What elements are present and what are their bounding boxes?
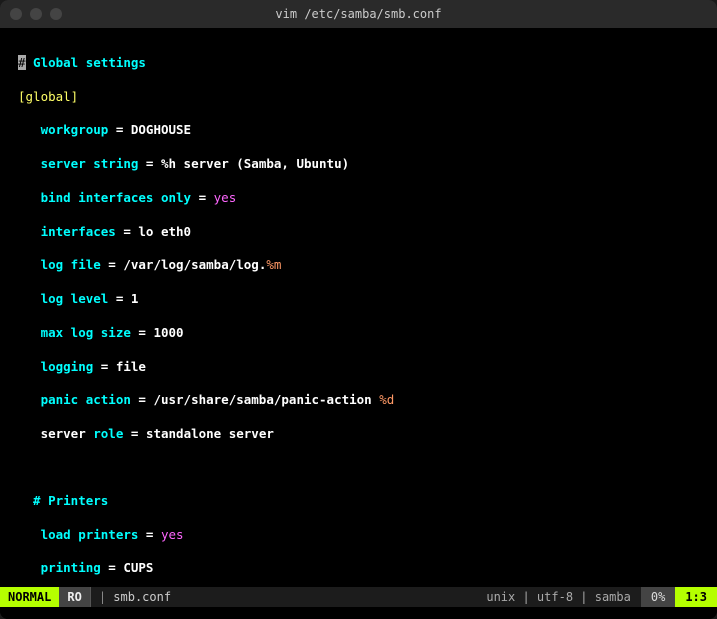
key: server string — [41, 156, 139, 171]
key: max log size — [41, 325, 131, 340]
val: %h server (Samba, Ubuntu) — [161, 156, 349, 171]
section-header: [global] — [18, 89, 78, 104]
window-title: vim /etc/samba/smb.conf — [275, 7, 441, 21]
close-icon[interactable] — [10, 8, 22, 20]
key: workgroup — [41, 122, 109, 137]
eq: = — [116, 224, 139, 239]
key: panic action — [41, 392, 131, 407]
eq: = — [101, 560, 124, 575]
format-spec: %m — [266, 257, 281, 272]
status-bar: NORMAL RO | smb.conf unix | utf-8 | samb… — [0, 587, 717, 607]
eq: = — [138, 527, 161, 542]
key: logging — [41, 359, 94, 374]
val: /usr/share/samba/panic-action — [153, 392, 379, 407]
val: CUPS — [123, 560, 153, 575]
val: 1 — [131, 291, 139, 306]
percent-indicator: 0% — [641, 587, 675, 607]
eq: = — [101, 257, 124, 272]
val: yes — [161, 527, 184, 542]
minimize-icon[interactable] — [30, 8, 42, 20]
val: 1000 — [153, 325, 183, 340]
key: bind interfaces only — [41, 190, 192, 205]
val: file — [116, 359, 146, 374]
comment-text: Global settings — [26, 55, 146, 70]
position-indicator: 1:3 — [675, 587, 717, 607]
titlebar: vim /etc/samba/smb.conf — [0, 0, 717, 28]
terminal-window: vim /etc/samba/smb.conf # Global setting… — [0, 0, 717, 619]
val: lo eth0 — [138, 224, 191, 239]
format-spec: %d — [379, 392, 394, 407]
command-line[interactable] — [0, 607, 717, 619]
val: DOGHOUSE — [131, 122, 191, 137]
file-info: unix | utf-8 | samba — [476, 587, 641, 607]
traffic-lights — [10, 8, 62, 20]
key: role — [93, 426, 123, 441]
readonly-indicator: RO — [59, 587, 89, 607]
eq: = — [108, 291, 131, 306]
eq: = — [138, 156, 161, 171]
eq: = — [131, 392, 154, 407]
zoom-icon[interactable] — [50, 8, 62, 20]
key: interfaces — [41, 224, 116, 239]
editor-content[interactable]: # Global settings [global] workgroup = D… — [0, 28, 717, 587]
eq: = — [108, 122, 131, 137]
mode-indicator: NORMAL — [0, 587, 59, 607]
key: log level — [41, 291, 109, 306]
key: log file — [41, 257, 101, 272]
filename-indicator: | smb.conf — [90, 587, 477, 607]
val: yes — [214, 190, 237, 205]
eq: = — [93, 359, 116, 374]
val: standalone server — [146, 426, 274, 441]
eq: = — [123, 426, 146, 441]
key-pre: server — [41, 426, 86, 441]
comment-text: # Printers — [33, 493, 108, 508]
eq: = — [191, 190, 214, 205]
key: load printers — [41, 527, 139, 542]
eq: = — [131, 325, 154, 340]
cursor: # — [18, 55, 26, 70]
key: printing — [41, 560, 101, 575]
val: /var/log/samba/log. — [123, 257, 266, 272]
